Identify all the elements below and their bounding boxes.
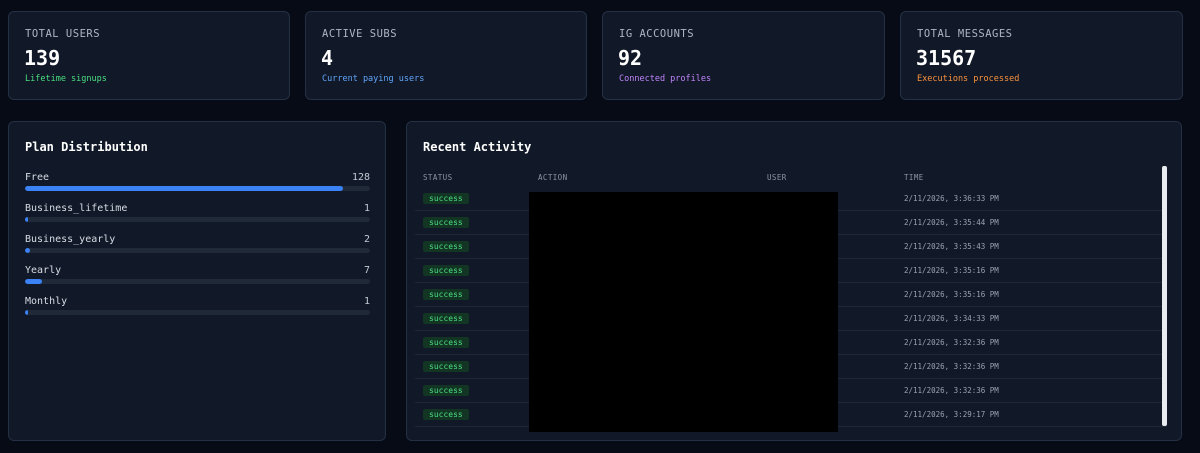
plan-progress-track: [25, 248, 370, 253]
stat-value: 31567: [916, 46, 977, 70]
status-badge: success: [423, 265, 469, 276]
plan-row-business-lifetime: Business_lifetime 1: [25, 203, 370, 223]
status-badge: success: [423, 361, 469, 372]
panel-title: Recent Activity: [423, 140, 532, 154]
plan-progress-fill: [25, 217, 28, 222]
row-time: 2/11/2026, 3:32:36 PM: [904, 362, 999, 371]
plan-distribution-panel: Plan Distribution Free 128 Business_life…: [8, 121, 386, 441]
status-badge: success: [423, 337, 469, 348]
plan-progress-track: [25, 310, 370, 315]
plan-row-free: Free 128: [25, 172, 370, 192]
row-time: 2/11/2026, 3:32:36 PM: [904, 338, 999, 347]
stat-label: TOTAL USERS: [25, 28, 101, 40]
plan-name: Free: [25, 172, 50, 183]
row-time: 2/11/2026, 3:35:16 PM: [904, 266, 999, 275]
plan-progress-fill: [25, 310, 28, 315]
panel-title: Plan Distribution: [25, 140, 148, 154]
plan-name: Business_yearly: [25, 234, 116, 245]
plan-count: 2: [363, 234, 370, 245]
stat-subtitle: Executions processed: [917, 74, 1020, 84]
status-badge: success: [423, 289, 469, 300]
stat-label: TOTAL MESSAGES: [917, 28, 1013, 40]
status-badge: success: [423, 385, 469, 396]
status-badge: success: [423, 313, 469, 324]
table-scrollbar[interactable]: [1162, 166, 1167, 426]
stat-value: 139: [24, 46, 61, 70]
stat-label: IG ACCOUNTS: [619, 28, 695, 40]
status-badge: success: [423, 193, 469, 204]
status-badge: success: [423, 241, 469, 252]
plan-count: 128: [351, 172, 370, 183]
recent-activity-panel: Recent Activity STATUS ACTION USER TIME …: [406, 121, 1182, 441]
stat-subtitle: Connected profiles: [619, 74, 712, 84]
stat-card-total-messages: TOTAL MESSAGES 31567 Executions processe…: [900, 11, 1183, 100]
plan-name: Business_lifetime: [25, 203, 128, 214]
plan-row-business-yearly: Business_yearly 2: [25, 234, 370, 254]
row-time: 2/11/2026, 3:32:36 PM: [904, 386, 999, 395]
row-time: 2/11/2026, 3:35:44 PM: [904, 218, 999, 227]
row-time: 2/11/2026, 3:35:16 PM: [904, 290, 999, 299]
plan-row-yearly: Yearly 7: [25, 265, 370, 285]
stat-label: ACTIVE SUBS: [322, 28, 398, 40]
stat-card-ig-accounts: IG ACCOUNTS 92 Connected profiles: [602, 11, 885, 100]
redacted-region: [529, 192, 838, 432]
plan-count: 7: [363, 265, 370, 276]
plan-progress-fill: [25, 186, 343, 191]
row-time: 2/11/2026, 3:36:33 PM: [904, 194, 999, 203]
stat-card-total-users: TOTAL USERS 139 Lifetime signups: [8, 11, 290, 100]
stat-subtitle: Lifetime signups: [25, 74, 107, 84]
stat-card-active-subs: ACTIVE SUBS 4 Current paying users: [305, 11, 587, 100]
plan-row-monthly: Monthly 1: [25, 296, 370, 316]
plan-count: 1: [363, 203, 370, 214]
stat-subtitle: Current paying users: [322, 74, 425, 84]
plan-progress-fill: [25, 248, 30, 253]
column-header-action: ACTION: [538, 173, 568, 182]
column-header-time: TIME: [904, 173, 924, 182]
status-badge: success: [423, 217, 469, 228]
plan-name: Monthly: [25, 296, 68, 307]
stat-value: 92: [618, 46, 643, 70]
column-header-user: USER: [767, 173, 787, 182]
plan-progress-fill: [25, 279, 43, 284]
column-header-status: STATUS: [423, 173, 453, 182]
plan-progress-track: [25, 279, 370, 284]
plan-count: 1: [363, 296, 370, 307]
row-time: 2/11/2026, 3:29:17 PM: [904, 410, 999, 419]
plan-progress-track: [25, 217, 370, 222]
row-time: 2/11/2026, 3:34:33 PM: [904, 314, 999, 323]
status-badge: success: [423, 409, 469, 420]
plan-progress-track: [25, 186, 370, 191]
plan-name: Yearly: [25, 265, 62, 276]
stat-value: 4: [321, 46, 334, 70]
row-time: 2/11/2026, 3:35:43 PM: [904, 242, 999, 251]
